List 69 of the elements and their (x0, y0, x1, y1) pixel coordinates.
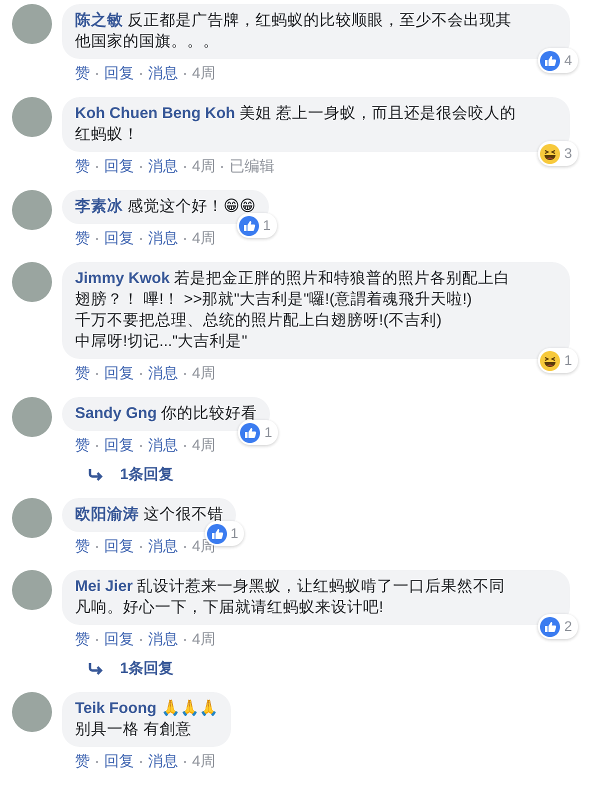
avatar-placeholder (12, 692, 52, 732)
view-replies-link[interactable]: 1条回复 (120, 465, 174, 484)
thumbs-up-icon (240, 422, 260, 442)
author-link[interactable]: Jimmy Kwok (75, 270, 170, 287)
reaction-count[interactable]: 4 (538, 48, 578, 73)
laughing-face-icon (540, 350, 560, 370)
author-link[interactable]: Sandy Gng (75, 405, 157, 422)
action-link[interactable]: 赞 (75, 436, 90, 455)
action-link[interactable]: 赞 (75, 229, 90, 248)
action-link[interactable]: 消息 (148, 436, 178, 455)
reaction-count[interactable]: 2 (538, 614, 578, 639)
action-link[interactable]: 回复 (104, 229, 134, 248)
comment-text: Mei Jier 乱设计惹来一身黑蚁，让红蚂蚁啃了一口后果然不同 凡响。好心一下，下届就请红蚂蚁来设计吧! (75, 577, 506, 618)
action-link[interactable]: 消息 (148, 630, 178, 649)
avatar-placeholder (12, 397, 52, 437)
action-link[interactable]: 回复 (104, 436, 134, 455)
avatar-placeholder (12, 190, 52, 230)
author-link[interactable]: Koh Chuen Beng Koh (75, 105, 236, 122)
action-link[interactable]: 赞 (75, 537, 90, 556)
avatar-placeholder (12, 4, 52, 44)
thumbs-up-icon (238, 216, 259, 236)
author-link[interactable]: 欧阳渝涛 (75, 506, 139, 523)
author-link[interactable]: 陈之敏 (75, 12, 123, 29)
action-link[interactable]: 赞 (75, 630, 90, 649)
thumbs-up-icon (540, 616, 560, 636)
comment-text: Jimmy Kwok 若是把金正胖的照片和特狼普的照片各别配上白 翅膀？！ 嗶!！ >>那就"大吉利是"囉!(意謂着魂飛升天啦!) 千万不要把总理、总统的照片配上白翅膀呀!(不吉利) 中屌呀!切记..."大吉利是" (75, 268, 512, 352)
reaction-count[interactable]: 1 (236, 213, 277, 238)
author-link[interactable]: Teik Foong (75, 700, 157, 717)
action-link[interactable]: 赞 (75, 64, 90, 83)
comment-text: 陈之敏 反正都是广告牌，红蚂蚁的比较顺眼，至少不会出现其 他国家的国旗。。。 (75, 10, 512, 52)
action-link[interactable]: 回复 (104, 157, 134, 176)
action-link[interactable]: 赞 (75, 752, 90, 771)
timestamp: 4周 (192, 229, 216, 248)
avatar-placeholder (12, 97, 52, 137)
avatar-placeholder (12, 262, 52, 302)
reaction-count[interactable]: 3 (538, 141, 578, 166)
action-link[interactable]: 回复 (104, 630, 134, 649)
action-link[interactable]: 消息 (148, 752, 178, 771)
author-link[interactable]: Mei Jier (75, 578, 133, 595)
action-link[interactable]: 赞 (75, 364, 90, 383)
laughing-face-icon (540, 144, 560, 164)
action-link[interactable]: 回复 (104, 64, 134, 83)
action-link[interactable]: 回复 (104, 537, 134, 556)
author-link[interactable]: 李素冰 (75, 198, 123, 215)
comment-text: Koh Chuen Beng Koh 美姐 惹上一身蚁，而且还是很会咬人的 红蚂蚁！ (75, 104, 517, 145)
timestamp: 4周 (192, 64, 216, 83)
timestamp: 4周 (192, 752, 216, 771)
timestamp: 4周 (192, 630, 216, 649)
thumbs-up-icon (540, 50, 560, 70)
avatar-placeholder (12, 498, 52, 538)
action-link[interactable]: 消息 (148, 364, 178, 383)
action-link[interactable]: 回复 (104, 364, 134, 383)
action-link[interactable]: 消息 (148, 64, 178, 83)
comment-text: Teik Foong 🙏🙏🙏 别具一格 有創意 (75, 698, 218, 740)
reply-arrow-icon (88, 468, 104, 482)
edited-label: 已编辑 (229, 157, 274, 176)
avatar-placeholder (12, 570, 52, 610)
reaction-count[interactable]: 1 (538, 348, 578, 373)
reaction-count[interactable]: 1 (238, 420, 278, 445)
action-link[interactable]: 消息 (148, 229, 178, 248)
action-link[interactable]: 回复 (104, 752, 134, 771)
reply-arrow-icon (88, 662, 104, 676)
action-link[interactable]: 消息 (148, 537, 178, 556)
action-link[interactable]: 消息 (148, 157, 178, 176)
view-replies-link[interactable]: 1条回复 (120, 659, 174, 678)
timestamp: 4周 (192, 157, 216, 176)
timestamp: 4周 (192, 364, 216, 383)
timestamp: 4周 (192, 436, 216, 455)
action-link[interactable]: 赞 (75, 157, 90, 176)
